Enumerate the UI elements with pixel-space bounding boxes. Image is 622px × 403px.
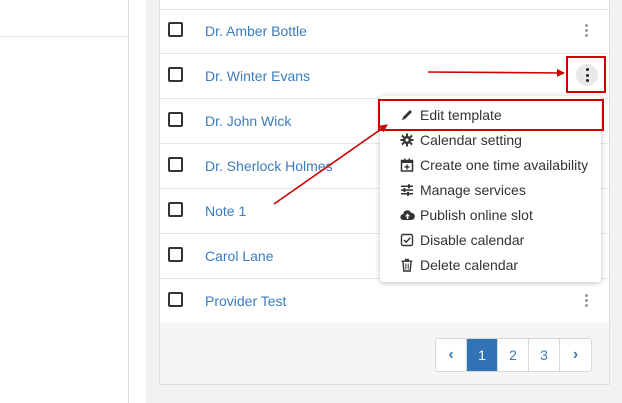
list-item[interactable]: Dr. Winter Evans bbox=[160, 54, 609, 99]
menu-item-delete-calendar[interactable]: Delete calendar bbox=[380, 253, 601, 278]
pagination: ‹ 1 2 3 › bbox=[435, 338, 592, 372]
provider-name-link[interactable]: Carol Lane bbox=[205, 248, 274, 264]
edit-template-annotation-box bbox=[378, 99, 604, 131]
row-checkbox[interactable] bbox=[168, 22, 183, 37]
menu-item-calendar-setting[interactable]: Calendar setting bbox=[380, 128, 601, 153]
page-2-button[interactable]: 2 bbox=[498, 339, 529, 371]
calendar-plus-icon bbox=[400, 158, 414, 172]
menu-item-label: Delete calendar bbox=[420, 257, 519, 273]
page-1-button[interactable]: 1 bbox=[467, 339, 498, 371]
provider-name-link[interactable]: Note 1 bbox=[205, 203, 246, 219]
row-checkbox[interactable] bbox=[168, 67, 183, 82]
provider-name-link[interactable]: Dr. John Wick bbox=[205, 113, 291, 129]
provider-name-link[interactable]: Dr. Amber Bottle bbox=[205, 23, 307, 39]
left-panel-divider bbox=[0, 36, 128, 37]
menu-item-label: Create one time availability bbox=[420, 157, 589, 173]
list-item[interactable]: Dr. Amber Bottle bbox=[160, 9, 609, 54]
row-checkbox[interactable] bbox=[168, 157, 183, 172]
row-checkbox[interactable] bbox=[168, 112, 183, 127]
menu-item-publish-online-slot[interactable]: Publish online slot bbox=[380, 203, 601, 228]
menu-item-label: Publish online slot bbox=[420, 207, 533, 223]
row-checkbox[interactable] bbox=[168, 292, 183, 307]
cloud-upload-icon bbox=[400, 208, 415, 222]
provider-name-link[interactable]: Dr. Winter Evans bbox=[205, 68, 310, 84]
more-options-icon[interactable] bbox=[582, 294, 592, 310]
menu-item-label: Calendar setting bbox=[420, 132, 522, 148]
kebab-annotation-box bbox=[566, 56, 606, 93]
page-3-button[interactable]: 3 bbox=[529, 339, 560, 371]
provider-name-link[interactable]: Dr. Sherlock Holmes bbox=[205, 158, 333, 174]
sliders-icon bbox=[400, 183, 414, 197]
list-item[interactable]: Provider Test bbox=[160, 279, 609, 324]
row-checkbox[interactable] bbox=[168, 247, 183, 262]
gear-icon bbox=[400, 133, 414, 147]
more-options-icon[interactable] bbox=[582, 24, 592, 40]
next-page-button[interactable]: › bbox=[560, 339, 591, 371]
menu-item-disable-calendar[interactable]: Disable calendar bbox=[380, 228, 601, 253]
checkbox-icon bbox=[400, 233, 414, 247]
row-checkbox[interactable] bbox=[168, 202, 183, 217]
prev-page-button[interactable]: ‹ bbox=[436, 339, 467, 371]
pagination-footer: ‹ 1 2 3 › bbox=[160, 323, 609, 384]
menu-item-label: Manage services bbox=[420, 182, 526, 198]
left-panel bbox=[0, 0, 129, 403]
panel-gutter bbox=[129, 0, 146, 403]
menu-item-manage-services[interactable]: Manage services bbox=[380, 178, 601, 203]
provider-name-link[interactable]: Provider Test bbox=[205, 293, 286, 309]
trash-icon bbox=[400, 258, 414, 272]
more-options-icon[interactable] bbox=[576, 64, 598, 86]
menu-item-create-one-time-availability[interactable]: Create one time availability bbox=[380, 153, 601, 178]
menu-item-label: Disable calendar bbox=[420, 232, 525, 248]
